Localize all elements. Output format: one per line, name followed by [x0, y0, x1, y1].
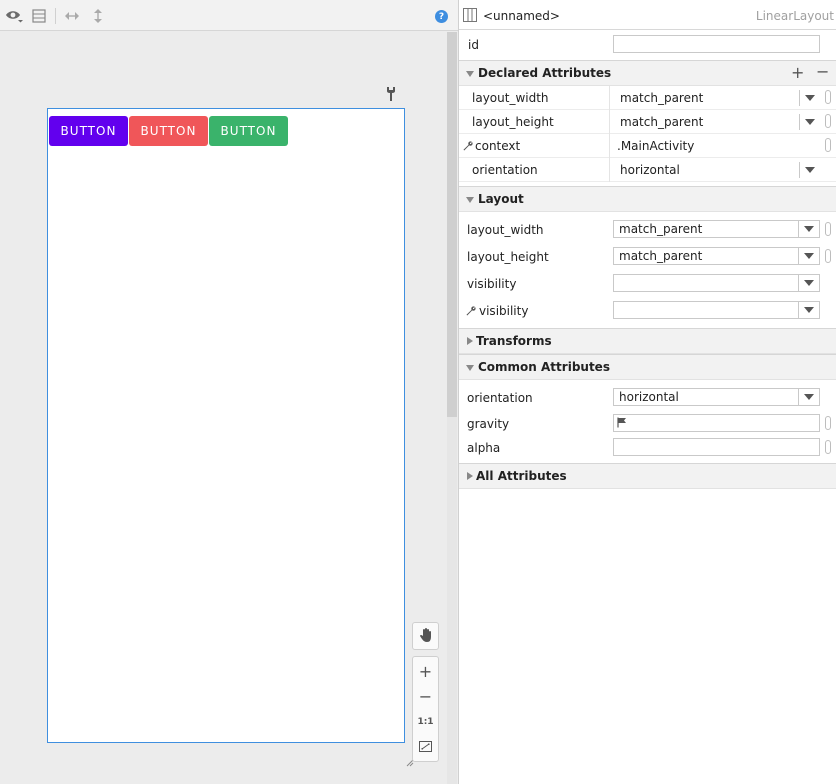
section-title: Common Attributes — [478, 360, 610, 374]
select-value: horizontal — [619, 390, 679, 404]
design-toolbar: ? — [0, 0, 458, 31]
preview-button-2[interactable]: BUTTON — [129, 116, 208, 146]
declared-row-context[interactable]: context .MainActivity — [459, 134, 836, 158]
dropdown-arrow-icon[interactable] — [799, 90, 819, 106]
attr-value[interactable]: horizontal — [620, 163, 680, 177]
attr-value[interactable]: match_parent — [620, 91, 703, 105]
section-title: All Attributes — [476, 469, 567, 483]
component-name: <unnamed> — [483, 9, 560, 23]
alpha-label: alpha — [467, 441, 501, 455]
horizontal-resize-icon[interactable] — [63, 7, 81, 25]
expand-icon — [466, 197, 474, 203]
visibility-label: visibility — [467, 277, 517, 291]
declared-row-layout-width[interactable]: layout_width match_parent — [459, 86, 836, 110]
section-declared-attributes[interactable]: Declared Attributes + − — [459, 60, 836, 86]
column-divider — [609, 158, 610, 182]
visibility-select[interactable] — [613, 274, 820, 292]
dropdown-arrow-icon[interactable] — [798, 302, 819, 318]
vertical-resize-icon[interactable] — [91, 7, 105, 25]
fit-screen-icon — [419, 741, 432, 755]
column-divider — [609, 110, 610, 134]
select-value: match_parent — [619, 222, 703, 236]
gravity-label: gravity — [467, 417, 510, 431]
id-label: id — [468, 38, 479, 52]
toolbar-divider — [55, 8, 56, 24]
zoom-fit-button[interactable] — [413, 736, 438, 760]
layout-height-label: layout_height — [467, 250, 549, 264]
declared-row-orientation[interactable]: orientation horizontal — [459, 158, 836, 182]
zoom-actual-size-button[interactable]: 1:1 — [413, 710, 438, 734]
dropdown-arrow-icon[interactable] — [799, 114, 819, 130]
attr-value[interactable]: match_parent — [620, 115, 703, 129]
id-field[interactable] — [613, 35, 820, 53]
resource-picker-button[interactable] — [825, 440, 831, 454]
pan-button[interactable] — [412, 622, 439, 650]
column-divider — [609, 134, 610, 158]
linear-layout-icon — [463, 8, 477, 22]
layout-width-select[interactable]: match_parent — [613, 220, 820, 238]
vertical-scrollbar-track[interactable] — [447, 417, 457, 784]
layout-height-select[interactable]: match_parent — [613, 247, 820, 265]
remove-attribute-button[interactable]: − — [816, 62, 829, 81]
dropdown-arrow-icon[interactable] — [799, 162, 819, 178]
section-title: Layout — [478, 192, 524, 206]
section-title: Declared Attributes — [478, 66, 612, 80]
flag-icon[interactable] — [617, 417, 627, 431]
collapse-icon — [467, 472, 473, 480]
blueprint-icon[interactable] — [31, 7, 47, 25]
resource-picker-button[interactable] — [825, 222, 831, 236]
add-attribute-button[interactable]: + — [791, 63, 804, 82]
wrench-icon[interactable] — [384, 86, 398, 102]
attributes-panel: <unnamed> LinearLayout id Declared Attri… — [458, 0, 836, 784]
section-all-attributes[interactable]: All Attributes — [459, 463, 836, 489]
expand-icon — [466, 365, 474, 371]
preview-button-3[interactable]: BUTTON — [209, 116, 288, 146]
tools-visibility-label: visibility — [479, 304, 529, 318]
layout-preview[interactable]: BUTTON BUTTON BUTTON — [47, 108, 405, 743]
component-type: LinearLayout — [755, 9, 834, 23]
section-title: Transforms — [476, 334, 552, 348]
attr-label: layout_height — [472, 115, 554, 129]
zoom-in-button[interactable]: + — [413, 659, 438, 683]
declared-row-layout-height[interactable]: layout_height match_parent — [459, 110, 836, 134]
eye-icon[interactable] — [5, 7, 23, 25]
section-common-attributes[interactable]: Common Attributes — [459, 354, 836, 380]
design-surface: ? BUTTON BUTTON BUTTON + − 1:1 — [0, 0, 458, 784]
resource-picker-button[interactable] — [825, 138, 831, 152]
attr-label: orientation — [472, 163, 538, 177]
resource-picker-button[interactable] — [825, 249, 831, 263]
expand-icon — [466, 71, 474, 77]
section-transforms[interactable]: Transforms — [459, 328, 836, 354]
preview-button-1[interactable]: BUTTON — [49, 116, 128, 146]
vertical-scrollbar-thumb[interactable] — [447, 32, 457, 417]
resource-picker-button[interactable] — [825, 114, 831, 128]
help-icon[interactable]: ? — [435, 10, 448, 23]
dropdown-arrow-icon[interactable] — [798, 389, 819, 405]
hand-icon — [419, 627, 433, 646]
alpha-field[interactable] — [613, 438, 820, 456]
orientation-select[interactable]: horizontal — [613, 388, 820, 406]
zoom-controls: + − 1:1 — [412, 656, 439, 762]
section-layout[interactable]: Layout — [459, 186, 836, 212]
collapse-icon — [467, 337, 473, 345]
wrench-icon — [463, 140, 473, 154]
resource-picker-button[interactable] — [825, 416, 831, 430]
wrench-icon — [466, 305, 476, 319]
attr-value[interactable]: .MainActivity — [617, 139, 694, 153]
attr-label: context — [475, 139, 521, 153]
attr-label: layout_width — [472, 91, 549, 105]
zoom-out-button[interactable]: − — [413, 684, 438, 708]
column-divider — [609, 86, 610, 110]
layout-width-label: layout_width — [467, 223, 544, 237]
attributes-header: <unnamed> LinearLayout — [459, 0, 836, 30]
select-value: match_parent — [619, 249, 703, 263]
dropdown-arrow-icon[interactable] — [798, 221, 819, 237]
tools-visibility-select[interactable] — [613, 301, 820, 319]
resource-picker-button[interactable] — [825, 90, 831, 104]
orientation-label: orientation — [467, 391, 533, 405]
dropdown-arrow-icon[interactable] — [798, 275, 819, 291]
dropdown-arrow-icon[interactable] — [798, 248, 819, 264]
gravity-field[interactable] — [613, 414, 820, 432]
